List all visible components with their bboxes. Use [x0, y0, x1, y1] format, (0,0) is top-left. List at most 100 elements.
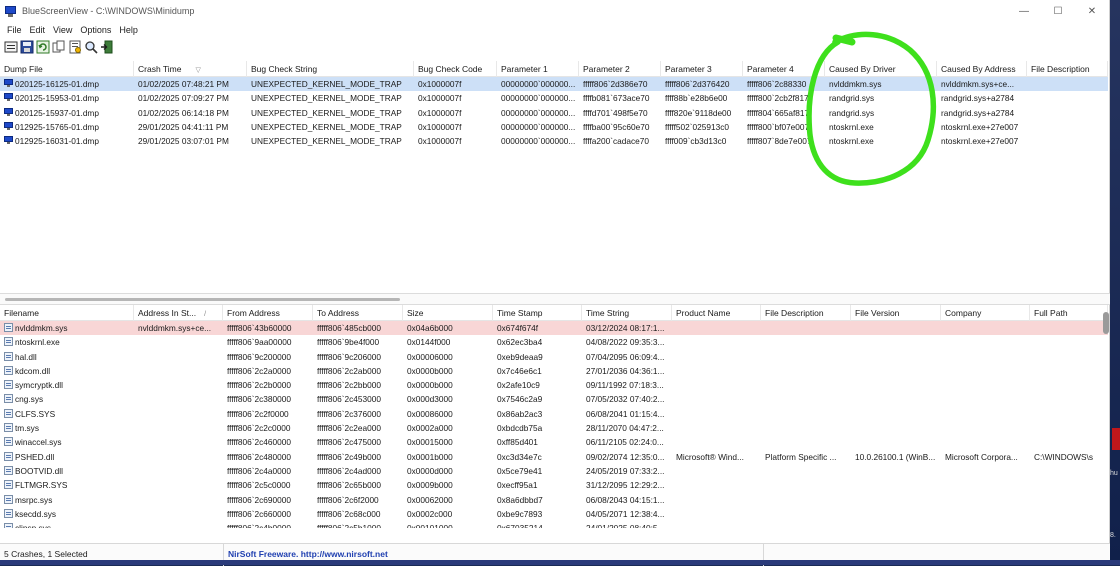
pane-splitter[interactable]	[0, 293, 1110, 305]
copy-icon[interactable]	[52, 40, 66, 54]
crash-cell: ntoskrnl.exe+27e007	[937, 134, 1027, 148]
menu-file[interactable]: File	[3, 25, 26, 35]
cell-text: ksecdd.sys	[15, 508, 57, 519]
driver-cell: 0x000d3000	[403, 392, 493, 406]
column-to-address[interactable]: To Address	[313, 305, 403, 321]
driver-cell	[134, 392, 223, 406]
column-dump-file[interactable]: Dump File	[0, 61, 134, 77]
save-icon[interactable]	[20, 40, 34, 54]
crash-row[interactable]: 020125-15937-01.dmp 01/02/2025 06:14:18 P…	[0, 106, 1108, 120]
driver-cell	[941, 421, 1030, 435]
maximize-button[interactable]: ☐	[1041, 0, 1075, 22]
driver-row[interactable]: cng.sys fffff806`2c380000 fffff806`2c45300…	[0, 392, 1108, 406]
vertical-scrollbar-thumb[interactable]	[1103, 312, 1109, 334]
driver-cell: 0x0144f000	[403, 335, 493, 349]
crash-row[interactable]: 020125-15953-01.dmp 01/02/2025 07:09:27 P…	[0, 91, 1108, 105]
cell-text: fffff806`2d386e70	[583, 79, 648, 89]
refresh-icon[interactable]	[36, 40, 50, 54]
driver-row[interactable]: nvlddmkm.sys nvlddmkm.sys+ce... fffff806`4…	[0, 321, 1108, 336]
crash-cell: ffffb081`673ace70	[579, 91, 661, 105]
column-size[interactable]: Size	[403, 305, 493, 321]
column-bug-check-string[interactable]: Bug Check String	[247, 61, 414, 77]
menu-options[interactable]: Options	[76, 25, 115, 35]
cell-text: fffff806`2c4b0000	[227, 523, 291, 528]
driver-cell: 0x674f674f	[493, 321, 582, 335]
find-icon[interactable]	[84, 40, 98, 54]
driver-row[interactable]: hal.dll fffff806`9c200000 fffff806`9c20600…	[0, 350, 1108, 364]
column-parameter-2[interactable]: Parameter 2	[579, 61, 661, 77]
cell-text: nvlddmkm.sys	[15, 323, 68, 333]
menu-edit[interactable]: Edit	[26, 25, 50, 35]
column-file-version[interactable]: File Version	[851, 305, 941, 321]
crash-row[interactable]: 012925-15765-01.dmp 29/01/2025 04:41:11 P…	[0, 120, 1108, 134]
column-parameter-1[interactable]: Parameter 1	[497, 61, 579, 77]
driver-list-header: Filename Address In St... / From Address …	[0, 305, 1108, 321]
driver-row[interactable]: winaccel.sys fffff806`2c460000 fffff806`2c…	[0, 435, 1108, 449]
column-caused-by-driver[interactable]: Caused By Driver	[825, 61, 937, 77]
cell-text: ntoskrnl.exe	[15, 337, 60, 348]
driver-row[interactable]: tm.sys fffff806`2c2c0000 fffff806`2c2ea000…	[0, 421, 1108, 435]
driver-cell: fffff806`9aa00000	[223, 335, 313, 349]
horizontal-scrollbar-thumb[interactable]	[5, 298, 400, 301]
driver-cell: 0x0000d000	[403, 464, 493, 478]
minimize-button[interactable]: —	[1007, 0, 1041, 22]
cell-text: 0x1000007f	[418, 107, 462, 118]
driver-row[interactable]: ksecdd.sys fffff806`2c660000 fffff806`2c68…	[0, 507, 1108, 521]
column-caused-by-address[interactable]: Caused By Address	[937, 61, 1027, 77]
column-time-stamp[interactable]: Time Stamp	[493, 305, 582, 321]
driver-row[interactable]: BOOTVID.dll fffff806`2c4a0000 fffff806`2c4…	[0, 464, 1108, 478]
driver-row[interactable]: kdcom.dll fffff806`2c2a0000 fffff806`2c2ab…	[0, 364, 1108, 378]
driver-row[interactable]: CLFS.SYS fffff806`2c2f0000 fffff806`2c3760…	[0, 407, 1108, 421]
column-product-name[interactable]: Product Name	[672, 305, 761, 321]
driver-cell: fffff806`43b60000	[223, 321, 313, 335]
cell-text: fffff806`2c49b000	[317, 451, 381, 462]
title-bar[interactable]: BlueScreenView - C:\WINDOWS\Minidump — ☐…	[0, 0, 1109, 22]
driver-cell	[134, 378, 223, 392]
crash-list-rows: 020125-16125-01.dmp 01/02/2025 07:48:21 P…	[0, 77, 1108, 148]
driver-cell	[761, 350, 851, 364]
cell-text: 07/05/2032 07:40:2...	[586, 394, 665, 405]
properties-icon[interactable]	[68, 40, 82, 54]
driver-cell: fffff806`485cb000	[313, 321, 403, 335]
cell-text: 06/08/2041 01:15:4...	[586, 408, 665, 419]
save-html-icon[interactable]	[4, 40, 18, 54]
driver-file-icon	[4, 480, 13, 490]
column-file-description[interactable]: File Description	[1027, 61, 1108, 77]
exit-icon[interactable]	[100, 40, 114, 54]
close-button[interactable]: ✕	[1075, 0, 1109, 22]
driver-cell: 07/04/2095 06:09:4...	[582, 350, 672, 364]
column-filename[interactable]: Filename	[0, 305, 134, 321]
crash-row[interactable]: 012925-16031-01.dmp 29/01/2025 03:07:01 P…	[0, 134, 1108, 148]
driver-row[interactable]: ntoskrnl.exe fffff806`9aa00000 fffff806`9b…	[0, 335, 1108, 349]
driver-row[interactable]: PSHED.dll fffff806`2c480000 fffff806`2c49b…	[0, 450, 1108, 464]
crash-cell: 012925-16031-01.dmp	[0, 134, 134, 148]
column-full-path[interactable]: Full Path	[1030, 305, 1108, 321]
driver-row[interactable]: symcryptk.dll fffff806`2c2b0000 fffff806`2…	[0, 378, 1108, 392]
driver-cell: Microsoft Corpora...	[941, 450, 1030, 464]
menu-help[interactable]: Help	[115, 25, 142, 35]
driver-row[interactable]: clipsp.sys fffff806`2c4b0000 fffff806`2c5b…	[0, 521, 1108, 528]
crash-list-header: Dump File Crash Time ▽ Bug Check String B…	[0, 61, 1108, 77]
column-time-string[interactable]: Time String	[582, 305, 672, 321]
column-company[interactable]: Company	[941, 305, 1030, 321]
driver-cell	[134, 335, 223, 349]
cell-text: 0x1000007f	[418, 93, 462, 104]
crash-row[interactable]: 020125-16125-01.dmp 01/02/2025 07:48:21 P…	[0, 77, 1108, 92]
column-crash-time[interactable]: Crash Time ▽	[134, 61, 247, 77]
column-file-description[interactable]: File Description	[761, 305, 851, 321]
crash-cell: nvlddmkm.sys+ce...	[937, 77, 1027, 91]
column-parameter-4[interactable]: Parameter 4	[743, 61, 825, 77]
driver-row[interactable]: msrpc.sys fffff806`2c690000 fffff806`2c6f2…	[0, 493, 1108, 507]
driver-row[interactable]: FLTMGR.SYS fffff806`2c5c0000 fffff806`2c65…	[0, 478, 1108, 492]
column-bug-check-code[interactable]: Bug Check Code	[414, 61, 497, 77]
column-address-in-stack[interactable]: Address In St... /	[134, 305, 223, 321]
cell-text: clipsp.sys	[15, 523, 51, 528]
column-parameter-3[interactable]: Parameter 3	[661, 61, 743, 77]
column-from-address[interactable]: From Address	[223, 305, 313, 321]
driver-cell: fffff806`2c4ad000	[313, 464, 403, 478]
cell-text: 0x2afe10c9	[497, 380, 540, 391]
driver-cell	[941, 364, 1030, 378]
driver-cell	[761, 335, 851, 349]
menu-view[interactable]: View	[49, 25, 76, 35]
cell-text: randgrid.sys	[829, 107, 875, 118]
